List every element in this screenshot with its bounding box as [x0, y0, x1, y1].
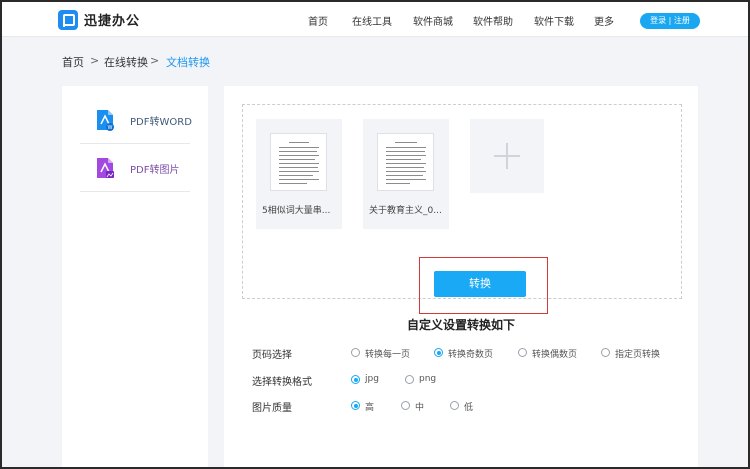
sidebar: W PDF转WORD PDF转图片: [62, 86, 208, 467]
radio-quality-low[interactable]: [450, 401, 459, 410]
sidebar-item-label: PDF转WORD: [130, 117, 192, 128]
svg-text:W: W: [108, 125, 113, 131]
radio-convert-even-pages[interactable]: [518, 348, 527, 357]
top-navigation-bar: 迅捷办公 首页 在线工具 软件商城 软件帮助 软件下载 更多 登录 | 注册: [2, 2, 748, 37]
pdf-to-word-icon: W: [97, 110, 114, 131]
breadcrumb-online-convert[interactable]: 在线转换: [104, 54, 148, 70]
file-card[interactable]: 关于教育主义_0...: [363, 119, 449, 229]
radio-convert-specified-pages[interactable]: [601, 348, 610, 357]
nav-item-software-store[interactable]: 软件商城: [413, 13, 453, 28]
option-label: 指定页转换: [615, 350, 661, 360]
option-label: 低: [464, 403, 474, 413]
nav-item-software-help[interactable]: 软件帮助: [473, 13, 513, 28]
radio-convert-odd-pages[interactable]: [434, 348, 443, 357]
option-label: 转换偶数页: [532, 350, 578, 360]
radio-convert-every-page[interactable]: [351, 348, 360, 357]
page-select-label: 页码选择: [252, 350, 292, 361]
brand-name[interactable]: 迅捷办公: [84, 10, 140, 29]
breadcrumb-home[interactable]: 首页: [62, 54, 84, 70]
pdf-to-image-icon: [97, 158, 114, 178]
brand-logo-icon[interactable]: [58, 10, 78, 30]
add-file-button[interactable]: [470, 119, 544, 193]
option-label: 中: [415, 403, 425, 413]
nav-item-more[interactable]: 更多: [594, 13, 614, 28]
app-window: 迅捷办公 首页 在线工具 软件商城 软件帮助 软件下载 更多 登录 | 注册 首…: [0, 0, 750, 469]
breadcrumb-document-convert: 文档转换: [166, 56, 210, 69]
file-name: 关于教育主义_0...: [369, 206, 442, 216]
option-label: png: [419, 374, 437, 384]
file-upload-area[interactable]: 5相似词大量串... 关于教育主义_0... 转换: [242, 104, 682, 314]
option-label: 转换奇数页: [448, 350, 494, 360]
login-register-button[interactable]: 登录 | 注册: [640, 13, 700, 29]
document-thumbnail: [377, 133, 434, 191]
settings-title: 自定义设置转换如下: [406, 318, 515, 332]
sidebar-item-pdf-to-image[interactable]: PDF转图片: [80, 144, 190, 192]
quality-label: 图片质量: [252, 403, 292, 414]
breadcrumb-separator: >: [90, 54, 100, 67]
plus-icon: [506, 143, 508, 169]
format-label: 选择转换格式: [252, 377, 312, 388]
conversion-panel: 5相似词大量串... 关于教育主义_0... 转换 自定义设置转换如下 页码选择…: [224, 86, 698, 467]
radio-quality-medium[interactable]: [401, 401, 410, 410]
nav-item-software-download[interactable]: 软件下载: [534, 13, 574, 28]
nav-item-home[interactable]: 首页: [308, 13, 328, 28]
radio-quality-high[interactable]: [351, 401, 360, 410]
radio-format-jpg[interactable]: [351, 375, 360, 384]
convert-button[interactable]: 转换: [434, 271, 526, 297]
sidebar-item-pdf-to-word[interactable]: W PDF转WORD: [80, 96, 192, 144]
file-name: 5相似词大量串...: [262, 206, 331, 216]
document-thumbnail: [270, 133, 327, 191]
breadcrumb-separator: >: [150, 54, 160, 67]
option-label: jpg: [365, 374, 379, 384]
radio-format-png[interactable]: [405, 375, 414, 384]
nav-item-online-tools[interactable]: 在线工具: [352, 13, 392, 28]
option-label: 高: [365, 403, 375, 413]
sidebar-item-label: PDF转图片: [130, 165, 180, 176]
option-label: 转换每一页: [365, 350, 411, 360]
file-card[interactable]: 5相似词大量串...: [256, 119, 342, 229]
